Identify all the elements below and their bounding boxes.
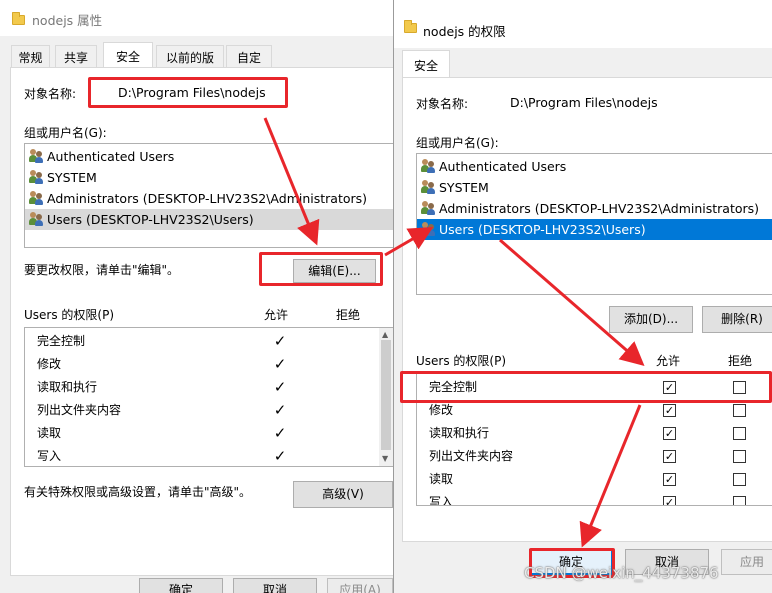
arrow-to-edit (263, 117, 320, 246)
arrow-to-ok (579, 404, 642, 548)
watermark: CSDN @weixin_44373876 (524, 564, 719, 582)
arrow-to-users (384, 226, 434, 257)
arrow-to-full-control (499, 238, 645, 366)
annotation-arrows (263, 117, 645, 548)
